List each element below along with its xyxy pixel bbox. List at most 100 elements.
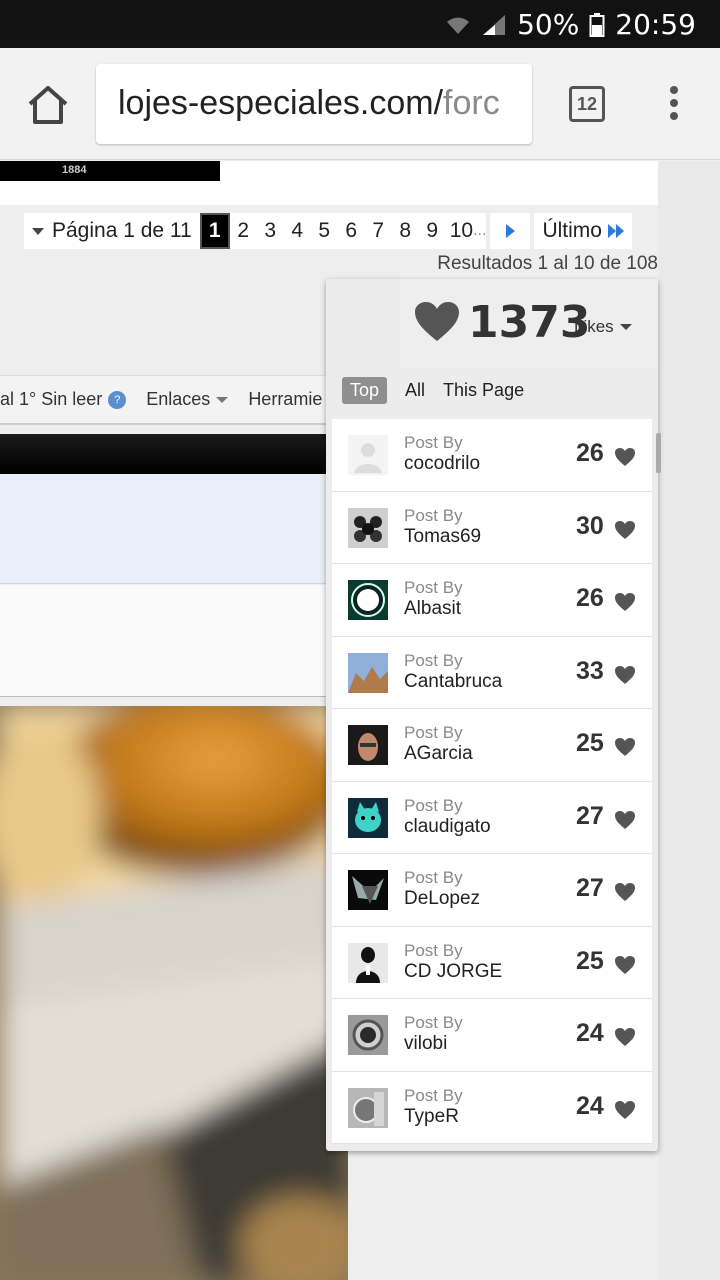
like-row[interactable]: Post By claudigato 27 <box>332 781 652 854</box>
poster-name[interactable]: cocodrilo <box>404 453 480 475</box>
likes-header[interactable]: 1373 Likes <box>400 279 658 367</box>
pagination: Página 1 de 11 1 2 3 4 5 6 7 8 9 10... Ú… <box>24 213 632 249</box>
next-page-button[interactable] <box>490 213 531 249</box>
poster-name[interactable]: Tomas69 <box>404 526 481 548</box>
like-count: 25 <box>576 946 604 975</box>
like-row[interactable]: Post By AGarcia 25 <box>332 709 652 782</box>
tab-switcher-button[interactable]: 12 <box>569 86 605 122</box>
avatar[interactable] <box>348 797 388 838</box>
home-icon <box>28 86 68 124</box>
page-link[interactable]: 4 <box>283 213 311 249</box>
status-bar: 50% 20:59 <box>0 0 720 48</box>
page-link[interactable]: 2 <box>229 213 257 249</box>
url-path: forc <box>443 84 500 122</box>
tab-count: 12 <box>576 93 598 114</box>
avatar[interactable] <box>348 942 388 983</box>
avatar[interactable] <box>348 1087 388 1128</box>
heart-icon <box>615 738 635 756</box>
heart-icon <box>615 593 635 611</box>
heart-icon <box>615 1028 635 1046</box>
page-link-current[interactable]: 1 <box>199 213 230 249</box>
like-row[interactable]: Post By CD JORGE 25 <box>332 926 652 999</box>
like-row[interactable]: Post By TypeR 24 <box>332 1071 652 1144</box>
nav-links-label: Enlaces <box>146 389 211 409</box>
tab-this-page[interactable]: This Page <box>443 380 524 401</box>
page-link[interactable]: 10... <box>445 213 487 249</box>
page-link[interactable]: 8 <box>391 213 419 249</box>
page-link[interactable]: 5 <box>310 213 338 249</box>
arrow-right-icon <box>505 224 515 238</box>
post-by-label: Post By <box>404 1013 463 1032</box>
post-by-label: Post By <box>404 505 463 525</box>
caret-down-icon <box>32 227 44 235</box>
wifi-icon <box>447 17 470 34</box>
home-button[interactable] <box>22 82 74 128</box>
like-row[interactable]: Post By cocodrilo 26 <box>332 419 652 492</box>
heart-icon <box>615 810 635 829</box>
like-count: 27 <box>576 801 604 830</box>
avatar[interactable] <box>348 725 388 765</box>
signal-icon <box>483 14 506 35</box>
tab-all[interactable]: All <box>405 380 425 401</box>
like-row[interactable]: Post By DeLopez 27 <box>332 854 652 927</box>
page-link[interactable]: 6 <box>337 213 365 249</box>
clock: 20:59 <box>615 8 696 41</box>
page-link[interactable]: 9 <box>418 213 446 249</box>
menu-dot <box>670 112 678 120</box>
poster-name[interactable]: AGarcia <box>404 743 473 765</box>
like-row[interactable]: Post By Cantabruca 33 <box>332 636 652 709</box>
likes-tabs: Top All This Page <box>342 377 524 404</box>
poster-name[interactable]: TypeR <box>404 1106 459 1128</box>
heart-icon <box>415 302 459 341</box>
post-by-label: Post By <box>404 1085 463 1105</box>
last-page-button[interactable]: Último <box>534 213 632 249</box>
avatar[interactable] <box>348 870 388 910</box>
overflow-menu-button[interactable] <box>664 86 684 126</box>
like-count: 26 <box>576 439 604 467</box>
tab-top[interactable]: Top <box>342 377 388 404</box>
scrollbar[interactable] <box>656 433 661 473</box>
avatar[interactable] <box>348 507 388 548</box>
forum-navbar: al 1° Sin leer ? Enlaces Herramie <box>0 375 330 425</box>
page-label: Página 1 de 11 <box>52 219 192 242</box>
nav-unread[interactable]: al 1° Sin leer ? <box>0 389 127 410</box>
web-page: 1884 Página 1 de 11 1 2 3 4 5 6 7 8 9 10… <box>0 161 720 1280</box>
nav-links[interactable]: Enlaces <box>146 389 229 410</box>
like-row[interactable]: Post By Albasit 26 <box>332 564 652 637</box>
poster-name[interactable]: vilobi <box>404 1033 447 1055</box>
poster-name[interactable]: Cantabruca <box>404 671 502 693</box>
address-bar[interactable]: lojes-especiales.com/forc <box>96 64 532 144</box>
poster-name[interactable]: claudigato <box>404 816 491 838</box>
heart-icon <box>615 955 635 974</box>
post-body <box>0 585 330 697</box>
avatar[interactable] <box>348 652 388 693</box>
menu-dot <box>670 86 678 94</box>
nav-unread-label: al 1° Sin leer <box>0 389 103 409</box>
likes-list: Post By cocodrilo 26 Post By Tomas69 30 Post B… <box>332 419 652 1144</box>
avatar[interactable] <box>348 435 388 475</box>
likes-label: Likes <box>574 317 614 336</box>
browser-toolbar: lojes-especiales.com/forc 12 <box>0 48 720 160</box>
page-link[interactable]: 3 <box>256 213 284 249</box>
like-count: 24 <box>576 1091 604 1120</box>
avatar[interactable] <box>348 580 388 620</box>
heart-icon <box>615 520 635 539</box>
url-domain: lojes-especiales.com/ <box>118 84 444 122</box>
page-link[interactable]: 7 <box>364 213 392 249</box>
banner-year: 1884 <box>62 164 87 176</box>
post-by-label: Post By <box>404 940 463 960</box>
nav-tools[interactable]: Herramie <box>248 389 322 410</box>
poster-name[interactable]: CD JORGE <box>404 961 502 983</box>
like-row[interactable]: Post By Tomas69 30 <box>332 491 652 564</box>
nav-tools-label: Herramie <box>248 389 323 409</box>
menu-dot <box>670 99 678 107</box>
avatar[interactable] <box>348 1015 388 1055</box>
poster-name[interactable]: DeLopez <box>404 888 480 910</box>
like-count: 30 <box>576 511 604 540</box>
heart-icon <box>615 1100 635 1119</box>
page-jump-dropdown[interactable]: Página 1 de 11 <box>24 213 200 249</box>
poster-name[interactable]: Albasit <box>404 598 461 620</box>
like-row[interactable]: Post By vilobi 24 <box>332 999 652 1072</box>
likes-dropdown[interactable]: Likes <box>574 317 632 337</box>
like-count: 27 <box>576 874 604 902</box>
